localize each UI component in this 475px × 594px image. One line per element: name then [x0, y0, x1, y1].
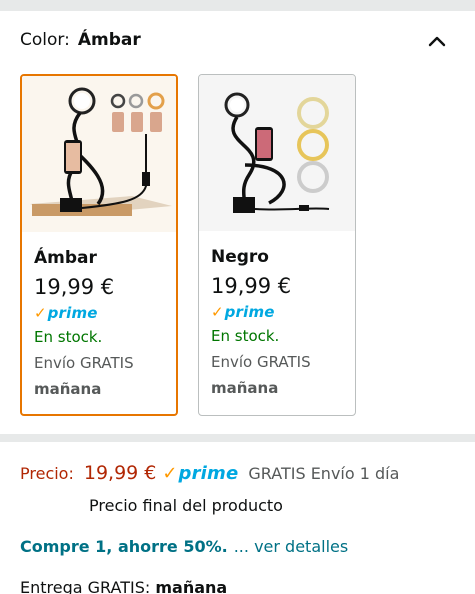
swatch-image-negro [199, 75, 355, 231]
price-value: 19,99 € [83, 462, 157, 484]
delivery-info: Entrega GRATIS: mañana [20, 578, 227, 594]
swatch-name: Ámbar [34, 248, 97, 268]
prime-label: prime [178, 462, 239, 484]
ring-light-phone-holder-image [224, 92, 330, 213]
delivery-prefix: Entrega GRATIS: [20, 578, 151, 594]
chevron-up-icon[interactable] [425, 30, 449, 54]
section-divider [0, 434, 475, 442]
promo-text[interactable]: Compre 1, ahorre 50%. [20, 537, 228, 556]
swatch-price: 19,99 € [34, 275, 115, 299]
promo-details-link[interactable]: ... ver detalles [234, 537, 348, 556]
shipping-day: mañana [211, 379, 279, 397]
prime-badge: ✓ prime [34, 302, 170, 324]
shipping-text: Envío GRATIS [211, 353, 311, 371]
price-label: Precio: [20, 463, 74, 483]
prime-check-icon: ✓ [34, 304, 47, 322]
swatch-negro[interactable]: Negro 19,99 € ✓ prime En stock. Envío GRA… [198, 74, 356, 416]
stock-status: En stock. [34, 328, 103, 346]
prime-label: prime [224, 303, 275, 321]
prime-check-icon: ✓ [162, 462, 178, 484]
buybox-price-row: Precio: 19,99 € ✓ prime GRATIS Envío 1 dí… [20, 458, 465, 488]
shipping-day: mañana [34, 380, 102, 398]
swatch-name: Negro [211, 247, 269, 267]
delivery-day: mañana [155, 578, 228, 594]
top-divider [0, 0, 475, 11]
promotion[interactable]: Compre 1, ahorre 50%. ... ver detalles [20, 537, 348, 556]
shipping-text: Envío GRATIS [34, 354, 134, 372]
final-price-note: Precio final del producto [89, 496, 283, 515]
swatch-ambar[interactable]: Ámbar 19,99 € ✓ prime En stock. Envío GRA… [20, 74, 178, 416]
prime-label: prime [47, 304, 98, 322]
shipping-offer: GRATIS Envío 1 día [248, 463, 400, 483]
prime-badge: ✓ prime [211, 301, 349, 323]
swatch-price: 19,99 € [211, 274, 292, 298]
prime-badge: ✓ prime [162, 463, 238, 484]
ring-light-phone-holder-image [30, 87, 172, 216]
swatch-image-ambar [22, 76, 176, 232]
prime-check-icon: ✓ [211, 303, 224, 321]
color-variation-header[interactable]: Color: Ámbar [20, 30, 455, 54]
variation-label: Color: [20, 30, 70, 50]
stock-status: En stock. [211, 327, 280, 345]
variation-selected-value: Ámbar [77, 30, 141, 50]
